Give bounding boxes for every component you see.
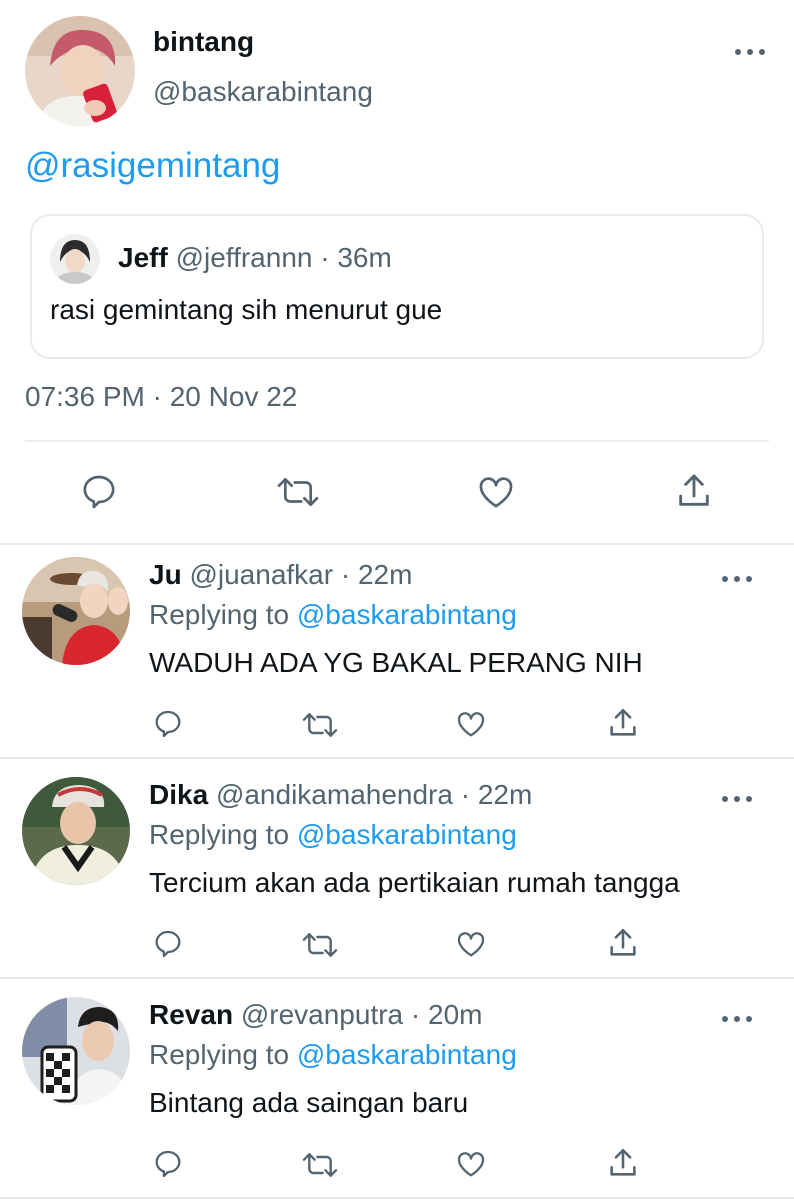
divider — [0, 757, 794, 759]
reply-icon[interactable] — [78, 472, 120, 512]
reply-icon[interactable] — [151, 1148, 185, 1180]
retweet-icon[interactable] — [274, 473, 322, 511]
replying-to-label: Replying to — [149, 599, 290, 630]
share-icon[interactable] — [674, 470, 714, 512]
more-options-icon[interactable] — [722, 1011, 752, 1027]
display-name: Jeff — [118, 242, 168, 273]
reply-tweet[interactable]: Dika @andikamahendra · 22m Replying to @… — [0, 765, 794, 985]
relative-time: 36m — [337, 242, 392, 273]
tweet-timestamp[interactable]: 07:36 PM · 20 Nov 22 — [25, 381, 297, 413]
reply-tweet[interactable]: Revan @revanputra · 20m Replying to @bas… — [0, 985, 794, 1200]
share-icon[interactable] — [606, 1146, 640, 1180]
retweet-icon[interactable] — [300, 929, 340, 961]
replying-to-label: Replying to — [149, 1039, 290, 1070]
more-options-icon[interactable] — [722, 791, 752, 807]
relative-time[interactable]: 20m — [428, 999, 482, 1030]
retweet-icon[interactable] — [300, 1149, 340, 1181]
like-icon[interactable] — [453, 928, 489, 960]
reply-header: Revan @revanputra · 20m — [149, 999, 482, 1031]
user-handle[interactable]: @revanputra — [241, 999, 403, 1030]
display-name[interactable]: Revan — [149, 999, 233, 1030]
divider — [0, 1197, 794, 1199]
share-icon[interactable] — [606, 706, 640, 740]
replying-to: Replying to @baskarabintang — [149, 819, 517, 851]
reply-icon[interactable] — [151, 928, 185, 960]
separator-dot: · — [460, 779, 471, 810]
quoted-tweet-header: Jeff @jeffrannn · 36m — [118, 242, 392, 274]
user-handle[interactable]: @juanafkar — [189, 559, 333, 590]
quoted-tweet[interactable]: Jeff @jeffrannn · 36m rasi gemintang sih… — [30, 214, 764, 359]
replying-to: Replying to @baskarabintang — [149, 599, 517, 631]
reply-text: WADUH ADA YG BAKAL PERANG NIH — [149, 647, 643, 678]
replying-to-link[interactable]: @baskarabintang — [297, 1039, 517, 1070]
avatar — [50, 234, 100, 284]
reply-header: Dika @andikamahendra · 22m — [149, 779, 532, 811]
like-icon[interactable] — [474, 472, 518, 512]
avatar[interactable] — [25, 16, 135, 126]
reply-tweet[interactable]: Ju @juanafkar · 22m Replying to @baskara… — [0, 545, 794, 765]
divider — [25, 440, 769, 442]
replying-to: Replying to @baskarabintang — [149, 1039, 517, 1071]
user-handle[interactable]: @andikamahendra — [216, 779, 453, 810]
display-name[interactable]: Dika — [149, 779, 208, 810]
avatar[interactable] — [22, 997, 130, 1105]
share-icon[interactable] — [606, 926, 640, 960]
like-icon[interactable] — [453, 1148, 489, 1180]
more-options-icon[interactable] — [735, 44, 765, 60]
mention-link[interactable]: @rasigemintang — [25, 146, 280, 186]
reply-header: Ju @juanafkar · 22m — [149, 559, 412, 591]
retweet-icon[interactable] — [300, 709, 340, 741]
separator-dot: · — [340, 559, 351, 590]
relative-time[interactable]: 22m — [478, 779, 532, 810]
separator-dot: · — [410, 999, 421, 1030]
user-handle[interactable]: @baskarabintang — [153, 76, 373, 108]
divider — [0, 977, 794, 979]
display-name[interactable]: bintang — [153, 26, 254, 58]
like-icon[interactable] — [453, 708, 489, 740]
avatar[interactable] — [22, 777, 130, 885]
more-options-icon[interactable] — [722, 571, 752, 587]
reply-text: Bintang ada saingan baru — [149, 1087, 469, 1118]
reply-text: Tercium akan ada pertikaian rumah tangga — [149, 867, 680, 898]
replying-to-link[interactable]: @baskarabintang — [297, 819, 517, 850]
quoted-tweet-text: rasi gemintang sih menurut gue — [50, 294, 443, 325]
relative-time[interactable]: 22m — [358, 559, 412, 590]
main-tweet: bintang @baskarabintang @rasigemintang J… — [0, 0, 794, 543]
replying-to-link[interactable]: @baskarabintang — [297, 599, 517, 630]
separator-dot: · — [320, 242, 330, 273]
user-handle: @jeffrannn — [175, 242, 313, 273]
reply-icon[interactable] — [151, 708, 185, 740]
avatar[interactable] — [22, 557, 130, 665]
replying-to-label: Replying to — [149, 819, 290, 850]
display-name[interactable]: Ju — [149, 559, 182, 590]
